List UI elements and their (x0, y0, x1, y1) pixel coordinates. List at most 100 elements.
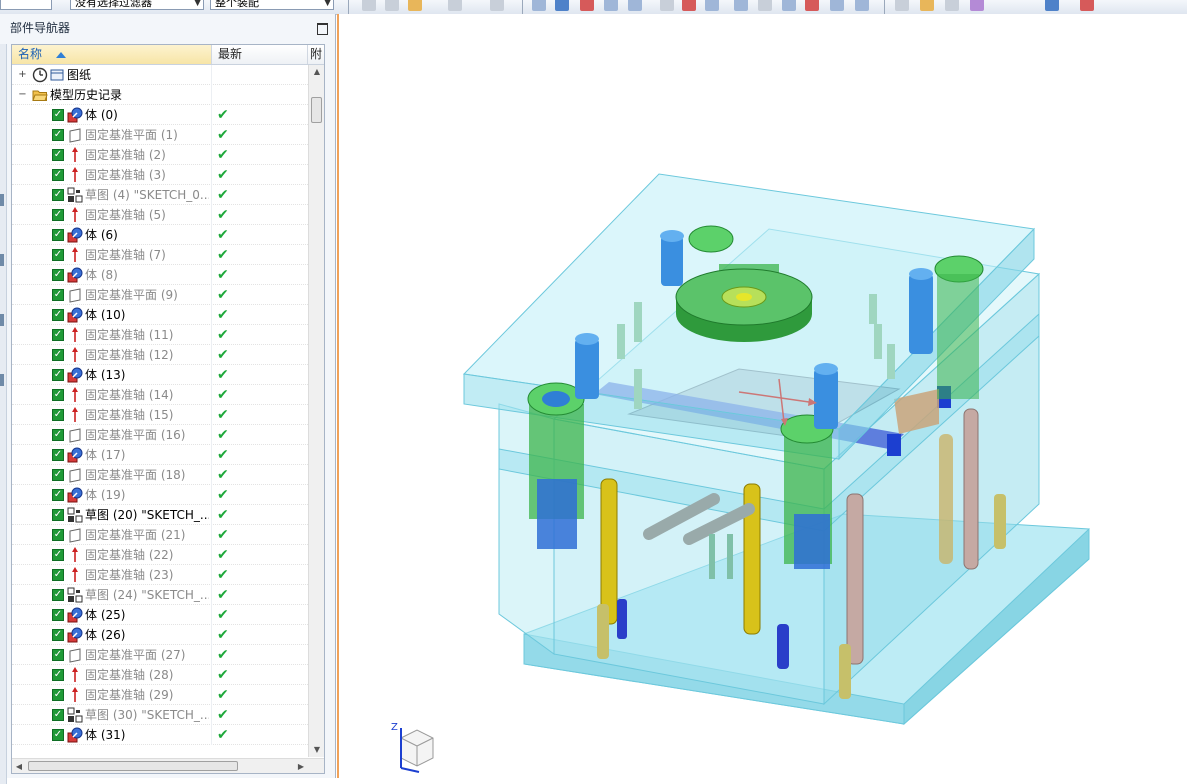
tree-feature-row[interactable]: ✓ 体 (6) ✔ (12, 225, 308, 245)
view-icon[interactable] (490, 0, 504, 11)
tree-feature-row[interactable]: ✓ 固定基准平面 (16) ✔ (12, 425, 308, 445)
graphics-viewport[interactable]: Z (337, 14, 1187, 778)
tree-feature-row[interactable]: ✓ 草图 (30) "SKETCH_... ✔ (12, 705, 308, 725)
tree-feature-row[interactable]: ✓ 固定基准轴 (11) ✔ (12, 325, 308, 345)
toolbar-combo-left[interactable] (0, 0, 52, 10)
shaded-icon[interactable] (1045, 0, 1059, 11)
center-icon[interactable] (758, 0, 772, 11)
rotate-icon[interactable] (945, 0, 959, 11)
visibility-checkbox[interactable]: ✓ (52, 349, 64, 361)
measure-icon[interactable] (895, 0, 909, 11)
visibility-checkbox[interactable]: ✓ (52, 589, 64, 601)
resource-tab-icon[interactable] (0, 194, 4, 206)
visibility-checkbox[interactable]: ✓ (52, 389, 64, 401)
line-icon[interactable] (604, 0, 618, 11)
tree-feature-row[interactable]: ✓ 固定基准平面 (27) ✔ (12, 645, 308, 665)
horizontal-scrollbar[interactable]: ◀ ▶ (12, 758, 324, 773)
column-header-latest[interactable]: 最新 (212, 45, 308, 64)
tree-feature-row[interactable]: ✓ 体 (13) ✔ (12, 365, 308, 385)
visibility-checkbox[interactable]: ✓ (52, 729, 64, 741)
visibility-checkbox[interactable]: ✓ (52, 169, 64, 181)
arc-icon[interactable] (660, 0, 674, 11)
tree-node-drawing[interactable]: + 图纸 (12, 65, 308, 85)
scroll-thumb[interactable] (311, 97, 322, 123)
vertical-scrollbar[interactable]: ▲ ▼ (308, 65, 324, 757)
layer-icon[interactable] (970, 0, 984, 11)
body-icon[interactable] (855, 0, 869, 11)
vertical-icon[interactable] (782, 0, 796, 11)
visibility-checkbox[interactable]: ✓ (52, 669, 64, 681)
visibility-checkbox[interactable]: ✓ (52, 609, 64, 621)
tree-feature-row[interactable]: ✓ 草图 (20) "SKETCH_... ✔ (12, 505, 308, 525)
visibility-checkbox[interactable]: ✓ (52, 369, 64, 381)
resource-tab-icon[interactable] (0, 254, 4, 266)
scroll-right-icon[interactable]: ▶ (294, 759, 308, 773)
tree-feature-row[interactable]: ✓ 固定基准轴 (3) ✔ (12, 165, 308, 185)
tree-feature-row[interactable]: ✓ 体 (10) ✔ (12, 305, 308, 325)
maximize-icon[interactable] (317, 23, 328, 35)
collapse-icon[interactable]: − (18, 90, 27, 100)
scroll-down-icon[interactable]: ▼ (309, 743, 324, 757)
tree-feature-row[interactable]: ✓ 固定基准轴 (22) ✔ (12, 545, 308, 565)
visibility-checkbox[interactable]: ✓ (52, 709, 64, 721)
sketch-icon[interactable] (408, 0, 422, 11)
tree-node-model-history[interactable]: − 模型历史记录 (12, 85, 308, 105)
visibility-checkbox[interactable]: ✓ (52, 149, 64, 161)
circle-icon[interactable] (734, 0, 748, 11)
assembly-scope-combo[interactable]: 整个装配 ▼ (210, 0, 334, 10)
visibility-checkbox[interactable]: ✓ (52, 109, 64, 121)
scroll-left-icon[interactable]: ◀ (12, 759, 26, 773)
resource-tab-icon[interactable] (0, 314, 4, 326)
tree-feature-row[interactable]: ✓ 固定基准平面 (9) ✔ (12, 285, 308, 305)
visibility-checkbox[interactable]: ✓ (52, 629, 64, 641)
tree-feature-row[interactable]: ✓ 固定基准轴 (12) ✔ (12, 345, 308, 365)
snap-point-icon[interactable] (362, 0, 376, 11)
tree-feature-row[interactable]: ✓ 固定基准平面 (21) ✔ (12, 525, 308, 545)
visibility-checkbox[interactable]: ✓ (52, 289, 64, 301)
visibility-checkbox[interactable]: ✓ (52, 249, 64, 261)
visibility-checkbox[interactable]: ✓ (52, 429, 64, 441)
perpendicular-icon[interactable] (805, 0, 819, 11)
tree-feature-row[interactable]: ✓ 固定基准平面 (1) ✔ (12, 125, 308, 145)
visibility-checkbox[interactable]: ✓ (52, 509, 64, 521)
tree-feature-row[interactable]: ✓ 体 (31) ✔ (12, 725, 308, 745)
scroll-up-icon[interactable]: ▲ (309, 65, 324, 79)
tree-feature-row[interactable]: ✓ 固定基准轴 (14) ✔ (12, 385, 308, 405)
solid-cube-icon[interactable] (555, 0, 569, 11)
visibility-checkbox[interactable]: ✓ (52, 129, 64, 141)
tree-feature-row[interactable]: ✓ 固定基准轴 (29) ✔ (12, 685, 308, 705)
column-header-extra[interactable]: 附 (308, 45, 324, 64)
edge-icon[interactable] (628, 0, 642, 11)
visibility-checkbox[interactable]: ✓ (52, 549, 64, 561)
pencil-icon[interactable] (385, 0, 399, 11)
ruler-icon[interactable] (920, 0, 934, 11)
visibility-checkbox[interactable]: ✓ (52, 569, 64, 581)
tree-feature-row[interactable]: ✓ 固定基准轴 (28) ✔ (12, 665, 308, 685)
point-icon[interactable] (682, 0, 696, 11)
visibility-checkbox[interactable]: ✓ (52, 469, 64, 481)
tree-feature-row[interactable]: ✓ 固定基准平面 (18) ✔ (12, 465, 308, 485)
cube-icon[interactable] (532, 0, 546, 11)
tree-feature-row[interactable]: ✓ 固定基准轴 (7) ✔ (12, 245, 308, 265)
visibility-checkbox[interactable]: ✓ (52, 229, 64, 241)
tree-feature-row[interactable]: ✓ 固定基准轴 (2) ✔ (12, 145, 308, 165)
visibility-checkbox[interactable]: ✓ (52, 689, 64, 701)
column-header-name[interactable]: 名称 (12, 45, 212, 64)
tree-feature-row[interactable]: ✓ 体 (8) ✔ (12, 265, 308, 285)
tree-feature-row[interactable]: ✓ 体 (25) ✔ (12, 605, 308, 625)
visibility-checkbox[interactable]: ✓ (52, 649, 64, 661)
tree-feature-row[interactable]: ✓ 固定基准轴 (5) ✔ (12, 205, 308, 225)
visibility-checkbox[interactable]: ✓ (52, 449, 64, 461)
visibility-checkbox[interactable]: ✓ (52, 409, 64, 421)
visibility-checkbox[interactable]: ✓ (52, 309, 64, 321)
tree-feature-row[interactable]: ✓ 体 (17) ✔ (12, 445, 308, 465)
visibility-checkbox[interactable]: ✓ (52, 269, 64, 281)
tree-feature-row[interactable]: ✓ 体 (26) ✔ (12, 625, 308, 645)
visibility-checkbox[interactable]: ✓ (52, 329, 64, 341)
face-icon[interactable] (830, 0, 844, 11)
visibility-checkbox[interactable]: ✓ (52, 489, 64, 501)
scroll-thumb[interactable] (28, 761, 238, 771)
tree-feature-row[interactable]: ✓ 体 (19) ✔ (12, 485, 308, 505)
resource-tab-icon[interactable] (0, 374, 4, 386)
tree-feature-row[interactable]: ✓ 固定基准轴 (23) ✔ (12, 565, 308, 585)
